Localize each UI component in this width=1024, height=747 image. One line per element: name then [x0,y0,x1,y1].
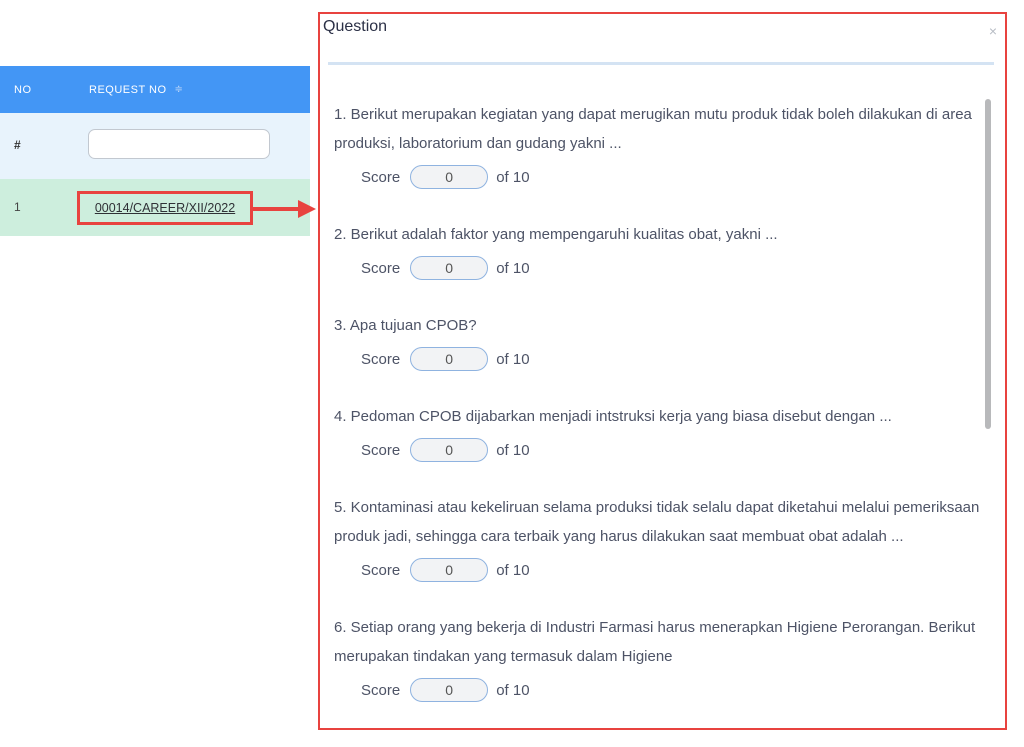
score-row: Score of 10 [361,557,990,583]
score-label: Score [361,441,401,459]
close-icon[interactable]: × [989,23,997,39]
question-item: 3. Apa tujuan CPOB? Score of 10 [334,311,990,372]
table-header: NO REQUEST NO ≑ [0,66,310,113]
score-label: Score [361,681,401,699]
score-label: Score [361,259,401,277]
column-header-request-no-label: REQUEST NO [89,83,167,96]
question-text: 2. Berikut adalah faktor yang mempengaru… [334,226,778,243]
question-list: 1. Berikut merupakan kegiatan yang dapat… [334,100,990,728]
score-row: Score of 10 [361,677,990,703]
score-input[interactable] [410,558,489,582]
score-row: Score of 10 [361,437,990,463]
question-text: 3. Apa tujuan CPOB? [334,317,477,334]
score-input[interactable] [410,347,489,371]
row-no: 1 [14,200,21,214]
score-input[interactable] [410,256,489,280]
score-max: of 10 [496,168,530,186]
score-label: Score [361,350,401,368]
score-label: Score [361,168,401,186]
score-row: Score of 10 [361,255,990,281]
score-input[interactable] [410,678,489,702]
title-divider [328,62,994,65]
question-item: 1. Berikut merupakan kegiatan yang dapat… [334,100,990,190]
score-max: of 10 [496,561,530,579]
score-max: of 10 [496,441,530,459]
question-modal: Question × 1. Berikut merupakan kegiatan… [318,12,1007,730]
request-no-highlight: 00014/CAREER/XII/2022 [77,191,253,225]
question-item: 6. Setiap orang yang bekerja di Industri… [334,613,990,703]
question-text: 1. Berikut merupakan kegiatan yang dapat… [334,106,972,152]
column-header-request-no[interactable]: REQUEST NO ≑ [89,84,183,96]
question-text: 4. Pedoman CPOB dijabarkan menjadi intst… [334,408,892,425]
score-row: Score of 10 [361,164,990,190]
question-item: 5. Kontaminasi atau kekeliruan selama pr… [334,493,990,583]
sort-icon[interactable]: ≑ [175,84,184,95]
question-item: 4. Pedoman CPOB dijabarkan menjadi intst… [334,402,990,463]
modal-title: Question [323,18,388,35]
annotation-arrow-icon [298,200,316,218]
modal-scrollbar[interactable] [985,99,991,429]
request-no-link[interactable]: 00014/CAREER/XII/2022 [95,201,235,215]
question-item: 2. Berikut adalah faktor yang mempengaru… [334,220,990,281]
question-text: 6. Setiap orang yang bekerja di Industri… [334,619,976,665]
annotation-arrow-shaft [253,207,300,211]
question-text: 5. Kontaminasi atau kekeliruan selama pr… [334,499,980,545]
column-header-no[interactable]: NO [14,84,32,96]
score-input[interactable] [410,438,489,462]
filter-no-label: # [14,138,21,152]
score-row: Score of 10 [361,346,990,372]
score-max: of 10 [496,681,530,699]
score-label: Score [361,561,401,579]
request-no-filter-input[interactable] [88,129,270,159]
score-max: of 10 [496,350,530,368]
score-max: of 10 [496,259,530,277]
filter-row: # [0,113,310,179]
score-input[interactable] [410,165,489,189]
